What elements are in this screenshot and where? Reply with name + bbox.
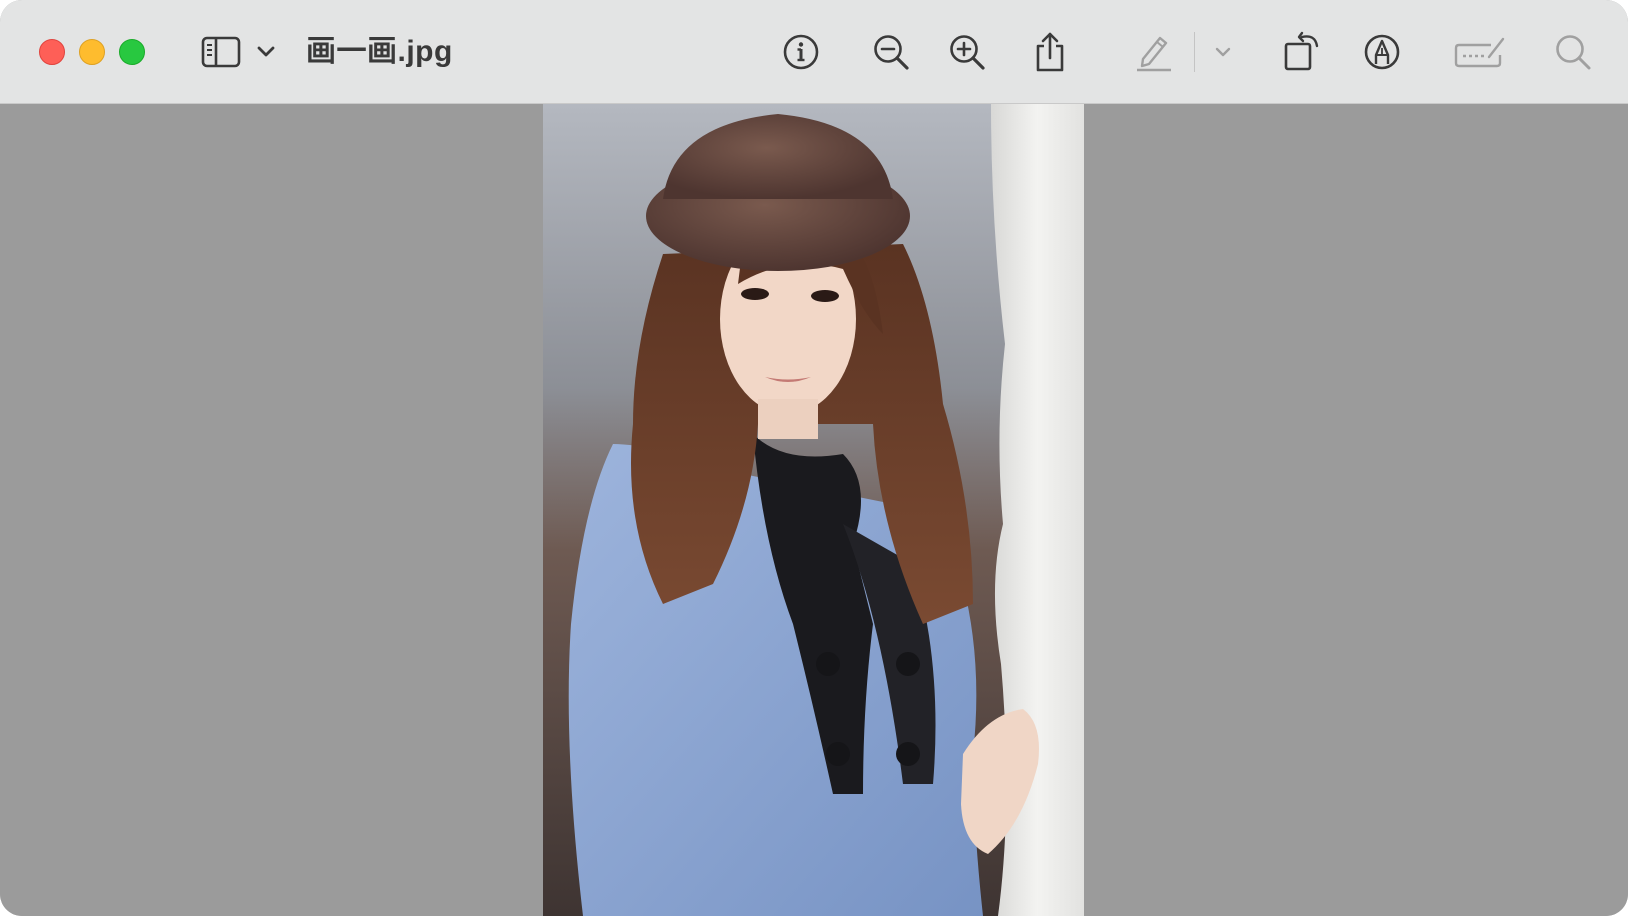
rotate-icon	[1282, 31, 1322, 73]
document-title: 画一画.jpg	[306, 35, 453, 68]
zoom-out-icon	[872, 33, 910, 71]
markup-icon	[1363, 33, 1401, 71]
pencil-icon	[1135, 32, 1173, 72]
chevron-down-icon	[1215, 47, 1231, 58]
search-icon	[1554, 33, 1592, 71]
info-icon	[782, 33, 820, 71]
image-canvas	[0, 104, 1628, 916]
photo-image	[543, 104, 1084, 916]
sidebar-toggle-button[interactable]	[198, 28, 244, 76]
search-button[interactable]	[1552, 28, 1594, 76]
zoom-in-icon	[948, 33, 986, 71]
markup-button[interactable]	[1360, 28, 1404, 76]
sidebar-icon	[201, 36, 241, 68]
minimize-button[interactable]	[79, 39, 105, 65]
info-button[interactable]	[780, 28, 822, 76]
highlight-button[interactable]	[1134, 28, 1174, 76]
share-button[interactable]	[1030, 28, 1070, 76]
share-icon	[1033, 31, 1067, 73]
chevron-down-icon	[257, 46, 275, 58]
title-bar: 画一画.jpg	[0, 0, 1628, 104]
highlight-menu-button[interactable]	[1212, 28, 1234, 76]
zoom-in-button[interactable]	[946, 28, 988, 76]
toolbar-separator	[1194, 32, 1195, 72]
rotate-button[interactable]	[1280, 28, 1324, 76]
sidebar-menu-button[interactable]	[254, 28, 278, 76]
preview-window: 画一画.jpg	[0, 0, 1628, 916]
zoom-button[interactable]	[119, 39, 145, 65]
zoom-out-button[interactable]	[870, 28, 912, 76]
form-filling-button[interactable]	[1452, 28, 1506, 76]
close-button[interactable]	[39, 39, 65, 65]
signature-icon	[1453, 35, 1505, 69]
